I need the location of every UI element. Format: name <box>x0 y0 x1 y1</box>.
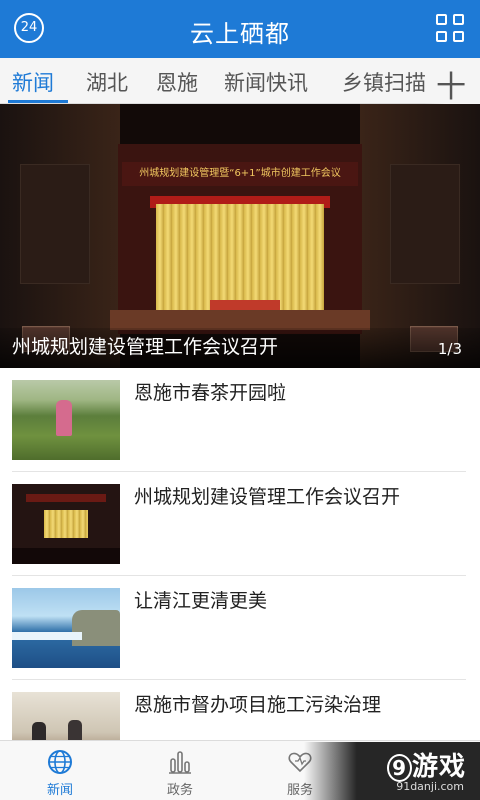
category-tab-bar: 新闻 湖北 恩施 新闻快讯 乡镇扫描 <box>0 58 480 104</box>
tab-news-flash[interactable]: 新闻快讯 <box>224 67 308 97</box>
watermark-logo-text: 游戏 <box>411 752 466 782</box>
side-panel-left <box>20 164 90 284</box>
tea-picker-figure <box>56 400 72 436</box>
news-title: 让清江更清更美 <box>134 590 268 612</box>
tab-news[interactable]: 新闻 <box>12 67 54 97</box>
app-title: 云上硒都 <box>190 20 290 48</box>
tab-enshi[interactable]: 恩施 <box>156 67 198 97</box>
hero-banner[interactable]: 州城规划建设管理暨“6+1”城市创建工作会议 州城规划建设管理工作会议召开 1/… <box>0 104 480 368</box>
watermark-overlay: 9 游戏 91danji.com <box>304 742 480 800</box>
news-thumbnail <box>12 588 120 668</box>
stage-banner: 州城规划建设管理暨“6+1”城市创建工作会议 <box>122 162 358 186</box>
news-title: 恩施市督办项目施工污染治理 <box>134 694 382 716</box>
news-thumbnail <box>12 484 120 564</box>
add-category-button[interactable]: 十 <box>424 58 480 105</box>
nav-news[interactable]: 新闻 <box>0 741 120 800</box>
podium-table <box>210 300 280 310</box>
hall-audience <box>12 548 120 564</box>
globe-icon <box>48 750 72 774</box>
top-app-bar: 24 云上硒都 <box>0 0 480 58</box>
river-foam <box>12 632 82 640</box>
nav-label: 政务 <box>166 783 193 798</box>
grid-menu-icon[interactable] <box>436 14 464 42</box>
news-item[interactable]: 让清江更清更美 <box>12 576 466 680</box>
news-thumbnail <box>12 692 120 740</box>
news-item[interactable]: 州城规划建设管理工作会议召开 <box>12 472 466 576</box>
plus-icon: 十 <box>436 70 466 105</box>
news-list: 恩施市春茶开园啦 州城规划建设管理工作会议召开 让清江更清更美 恩施市督办项目施… <box>0 368 480 740</box>
watermark-logo-number: 9 <box>387 754 412 782</box>
person-figure <box>32 722 46 740</box>
side-panel-right <box>390 164 460 284</box>
nav-government[interactable]: 政务 <box>120 741 240 800</box>
hero-caption: 州城规划建设管理工作会议召开 <box>12 336 279 358</box>
watermark-logo: 9 游戏 <box>387 746 466 783</box>
hall-banner <box>26 494 106 502</box>
bar-chart-icon <box>169 751 191 774</box>
person-figure <box>68 720 82 740</box>
news-title: 恩施市春茶开园啦 <box>134 382 287 404</box>
tab-township-scan[interactable]: 乡镇扫描 <box>342 67 426 97</box>
stage-curtain <box>156 204 324 310</box>
news-thumbnail <box>12 380 120 460</box>
stage-floor <box>110 310 370 330</box>
app-screen: 24 云上硒都 新闻 湖北 恩施 新闻快讯 乡镇扫描 十 州城规划建设管理暨“6… <box>0 0 480 800</box>
active-tab-indicator <box>8 100 68 103</box>
river-rock <box>72 610 120 646</box>
news-item[interactable]: 恩施市督办项目施工污染治理 <box>12 680 466 740</box>
hero-pager: 1/3 <box>437 340 462 358</box>
news-item[interactable]: 恩施市春茶开园啦 <box>12 368 466 472</box>
nav-label: 新闻 <box>46 783 73 798</box>
news-title: 州城规划建设管理工作会议召开 <box>134 486 401 508</box>
hall-curtain <box>44 510 88 538</box>
watermark-url: 91danji.com <box>396 780 464 793</box>
tab-hubei[interactable]: 湖北 <box>86 67 128 97</box>
